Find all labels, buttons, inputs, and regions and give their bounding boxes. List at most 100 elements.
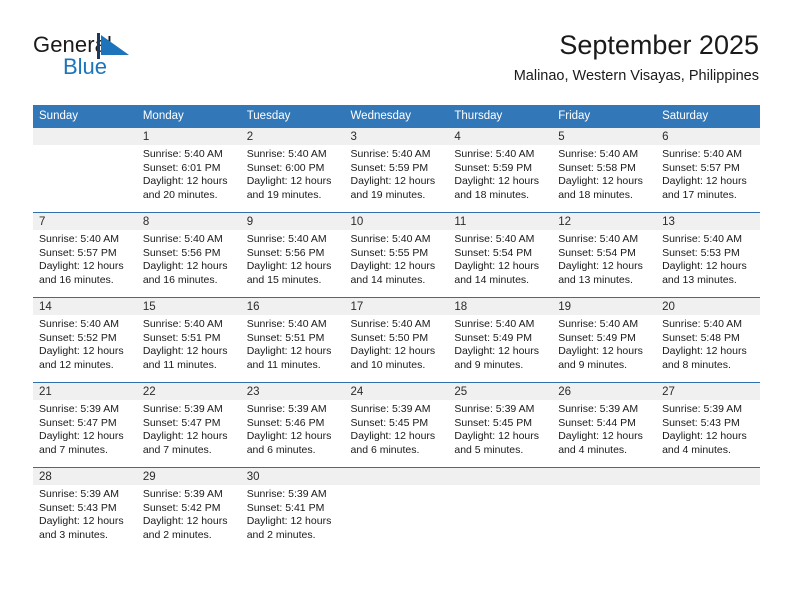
calendar-day-cell[interactable]: 10 Sunrise: 5:40 AM Sunset: 5:55 PM Dayligh… [344, 213, 449, 297]
sunrise-text: Sunrise: 5:40 AM [454, 148, 535, 160]
calendar-day-cell[interactable]: 7 Sunrise: 5:40 AM Sunset: 5:57 PM Daylight… [33, 213, 137, 297]
calendar-day-cell[interactable]: 6 Sunrise: 5:40 AM Sunset: 5:57 PM Daylight… [656, 128, 760, 212]
sunrise-text: Sunrise: 5:40 AM [662, 148, 743, 160]
day-sun-info: Sunrise: 5:40 AM Sunset: 5:56 PM Daylight:… [241, 230, 345, 287]
sunset-text: Sunset: 5:59 PM [454, 161, 533, 174]
calendar-day-cell[interactable]: 28 Sunrise: 5:39 AM Sunset: 5:43 PM Dayligh… [33, 468, 137, 552]
day-sun-info: Sunrise: 5:39 AM Sunset: 5:44 PM Daylight:… [552, 400, 656, 457]
calendar-body: 1 Sunrise: 5:40 AM Sunset: 6:01 PM Daylight… [33, 128, 760, 552]
sunset-text: Sunset: 5:51 PM [246, 331, 325, 344]
page-subtitle: Malinao, Western Visayas, Philippines [513, 68, 759, 84]
sunset-text: Sunset: 5:55 PM [350, 246, 429, 259]
sunrise-text: Sunrise: 5:40 AM [454, 318, 535, 330]
calendar-day-cell[interactable]: 20 Sunrise: 5:40 AM Sunset: 5:48 PM Dayligh… [656, 298, 760, 382]
calendar-day-cell[interactable]: 23 Sunrise: 5:39 AM Sunset: 5:46 PM Dayligh… [240, 383, 345, 467]
calendar-day-cell[interactable]: 8 Sunrise: 5:40 AM Sunset: 5:56 PM Daylight… [136, 213, 241, 297]
calendar-day-cell[interactable]: 2 Sunrise: 5:40 AM Sunset: 6:00 PM Daylight… [240, 128, 345, 212]
sunset-text: Sunset: 5:58 PM [558, 161, 636, 174]
day-sun-info: Sunrise: 5:40 AM Sunset: 6:00 PM Daylight:… [241, 145, 345, 202]
sunrise-text: Sunrise: 5:39 AM [350, 403, 431, 415]
sunset-text: Sunset: 5:56 PM [142, 246, 221, 259]
day-number: 21 [33, 383, 137, 400]
daylight-text: Daylight: 12 hours and 11 minutes. [142, 345, 228, 371]
calendar-day-cell[interactable]: 24 Sunrise: 5:39 AM Sunset: 5:45 PM Dayligh… [344, 383, 449, 467]
day-number: 11 [448, 213, 553, 230]
sunset-text: Sunset: 6:00 PM [246, 161, 325, 174]
calendar-day-cell[interactable]: 21 Sunrise: 5:39 AM Sunset: 5:47 PM Dayligh… [33, 383, 137, 467]
calendar-day-cell[interactable]: 3 Sunrise: 5:40 AM Sunset: 5:59 PM Daylight… [344, 128, 449, 212]
day-number: 28 [33, 468, 137, 485]
sunrise-text: Sunrise: 5:40 AM [350, 148, 431, 160]
sunrise-text: Sunrise: 5:39 AM [142, 488, 223, 500]
calendar-day-cell[interactable]: 15 Sunrise: 5:40 AM Sunset: 5:51 PM Dayligh… [136, 298, 241, 382]
sunrise-text: Sunrise: 5:39 AM [246, 488, 327, 500]
day-sun-info: Sunrise: 5:40 AM Sunset: 5:51 PM Daylight:… [137, 315, 241, 372]
calendar-day-cell[interactable]: 16 Sunrise: 5:40 AM Sunset: 5:51 PM Dayligh… [240, 298, 345, 382]
daylight-text: Daylight: 12 hours and 17 minutes. [662, 175, 747, 201]
calendar-day-cell[interactable]: 25 Sunrise: 5:39 AM Sunset: 5:45 PM Dayligh… [448, 383, 553, 467]
calendar-day-cell[interactable]: 18 Sunrise: 5:40 AM Sunset: 5:49 PM Dayligh… [448, 298, 553, 382]
calendar-day-cell-empty [33, 128, 137, 212]
calendar-day-cell[interactable]: 27 Sunrise: 5:39 AM Sunset: 5:43 PM Dayligh… [656, 383, 760, 467]
daylight-text: Daylight: 12 hours and 16 minutes. [142, 260, 228, 286]
day-number: 13 [656, 213, 760, 230]
sunset-text: Sunset: 5:47 PM [142, 416, 221, 429]
day-number [552, 468, 657, 485]
sunset-text: Sunset: 5:45 PM [350, 416, 429, 429]
calendar-week-row: 14 Sunrise: 5:40 AM Sunset: 5:52 PM Dayligh… [33, 297, 760, 383]
sunrise-text: Sunrise: 5:40 AM [558, 148, 639, 160]
calendar-day-cell[interactable]: 17 Sunrise: 5:40 AM Sunset: 5:50 PM Dayligh… [344, 298, 449, 382]
day-sun-info: Sunrise: 5:40 AM Sunset: 5:51 PM Daylight:… [241, 315, 345, 372]
day-number: 20 [656, 298, 760, 315]
day-sun-info: Sunrise: 5:40 AM Sunset: 5:57 PM Daylight:… [656, 145, 760, 202]
calendar-day-cell[interactable]: 22 Sunrise: 5:39 AM Sunset: 5:47 PM Dayligh… [136, 383, 241, 467]
sunset-text: Sunset: 5:46 PM [246, 416, 325, 429]
day-sun-info: Sunrise: 5:40 AM Sunset: 5:54 PM Daylight:… [448, 230, 552, 287]
calendar-day-cell[interactable]: 11 Sunrise: 5:40 AM Sunset: 5:54 PM Dayligh… [448, 213, 553, 297]
calendar-week-row: 21 Sunrise: 5:39 AM Sunset: 5:47 PM Dayligh… [33, 382, 760, 468]
sunrise-text: Sunrise: 5:40 AM [142, 233, 223, 245]
weekday-header-thursday: Thursday [448, 105, 553, 128]
calendar-day-cell[interactable]: 12 Sunrise: 5:40 AM Sunset: 5:54 PM Dayligh… [552, 213, 657, 297]
calendar-day-cell[interactable]: 14 Sunrise: 5:40 AM Sunset: 5:52 PM Dayligh… [33, 298, 137, 382]
title-block: September 2025 Malinao, Western Visayas,… [514, 28, 759, 85]
calendar-week-row: 1 Sunrise: 5:40 AM Sunset: 6:01 PM Daylight… [33, 128, 760, 213]
sunset-text: Sunset: 5:43 PM [39, 501, 117, 514]
sunrise-text: Sunrise: 5:40 AM [246, 318, 327, 330]
day-sun-info: Sunrise: 5:40 AM Sunset: 5:59 PM Daylight:… [448, 145, 552, 202]
day-sun-info: Sunrise: 5:40 AM Sunset: 6:01 PM Daylight:… [137, 145, 241, 202]
page-header: General Blue September 2025 Malinao, Wes… [33, 28, 759, 98]
sunrise-text: Sunrise: 5:40 AM [246, 148, 327, 160]
calendar-day-cell[interactable]: 30 Sunrise: 5:39 AM Sunset: 5:41 PM Dayligh… [240, 468, 345, 552]
daylight-text: Daylight: 12 hours and 6 minutes. [246, 430, 332, 456]
day-sun-info: Sunrise: 5:40 AM Sunset: 5:53 PM Daylight:… [656, 230, 760, 287]
calendar-day-cell[interactable]: 9 Sunrise: 5:40 AM Sunset: 5:56 PM Daylight… [240, 213, 345, 297]
sunset-text: Sunset: 5:54 PM [558, 246, 636, 259]
calendar-day-cell[interactable]: 13 Sunrise: 5:40 AM Sunset: 5:53 PM Dayligh… [656, 213, 760, 297]
calendar-day-cell[interactable]: 19 Sunrise: 5:40 AM Sunset: 5:49 PM Dayligh… [552, 298, 657, 382]
calendar-day-cell[interactable]: 29 Sunrise: 5:39 AM Sunset: 5:42 PM Dayligh… [136, 468, 241, 552]
day-number: 19 [552, 298, 657, 315]
day-sun-info: Sunrise: 5:40 AM Sunset: 5:58 PM Daylight:… [552, 145, 656, 202]
sunrise-text: Sunrise: 5:40 AM [142, 148, 223, 160]
calendar-day-cell[interactable]: 1 Sunrise: 5:40 AM Sunset: 6:01 PM Daylight… [136, 128, 241, 212]
day-number: 5 [552, 128, 657, 145]
brand-logo[interactable]: General Blue [33, 32, 253, 88]
weekday-header-friday: Friday [552, 105, 657, 128]
daylight-text: Daylight: 12 hours and 14 minutes. [350, 260, 436, 286]
sunrise-text: Sunrise: 5:40 AM [350, 318, 431, 330]
daylight-text: Daylight: 12 hours and 10 minutes. [350, 345, 436, 371]
day-number: 12 [552, 213, 657, 230]
calendar-day-cell[interactable]: 26 Sunrise: 5:39 AM Sunset: 5:44 PM Dayligh… [552, 383, 657, 467]
daylight-text: Daylight: 12 hours and 18 minutes. [454, 175, 540, 201]
page-title: September 2025 [559, 30, 759, 60]
calendar-week-row: 28 Sunrise: 5:39 AM Sunset: 5:43 PM Dayligh… [33, 467, 760, 552]
day-number: 30 [240, 468, 345, 485]
daylight-text: Daylight: 12 hours and 12 minutes. [39, 345, 124, 371]
calendar-day-cell[interactable]: 5 Sunrise: 5:40 AM Sunset: 5:58 PM Daylight… [552, 128, 657, 212]
sunrise-text: Sunrise: 5:39 AM [39, 403, 119, 415]
sunrise-text: Sunrise: 5:40 AM [558, 233, 639, 245]
day-sun-info: Sunrise: 5:40 AM Sunset: 5:56 PM Daylight:… [137, 230, 241, 287]
weekday-header-wednesday: Wednesday [344, 105, 449, 128]
calendar-day-cell[interactable]: 4 Sunrise: 5:40 AM Sunset: 5:59 PM Daylight… [448, 128, 553, 212]
